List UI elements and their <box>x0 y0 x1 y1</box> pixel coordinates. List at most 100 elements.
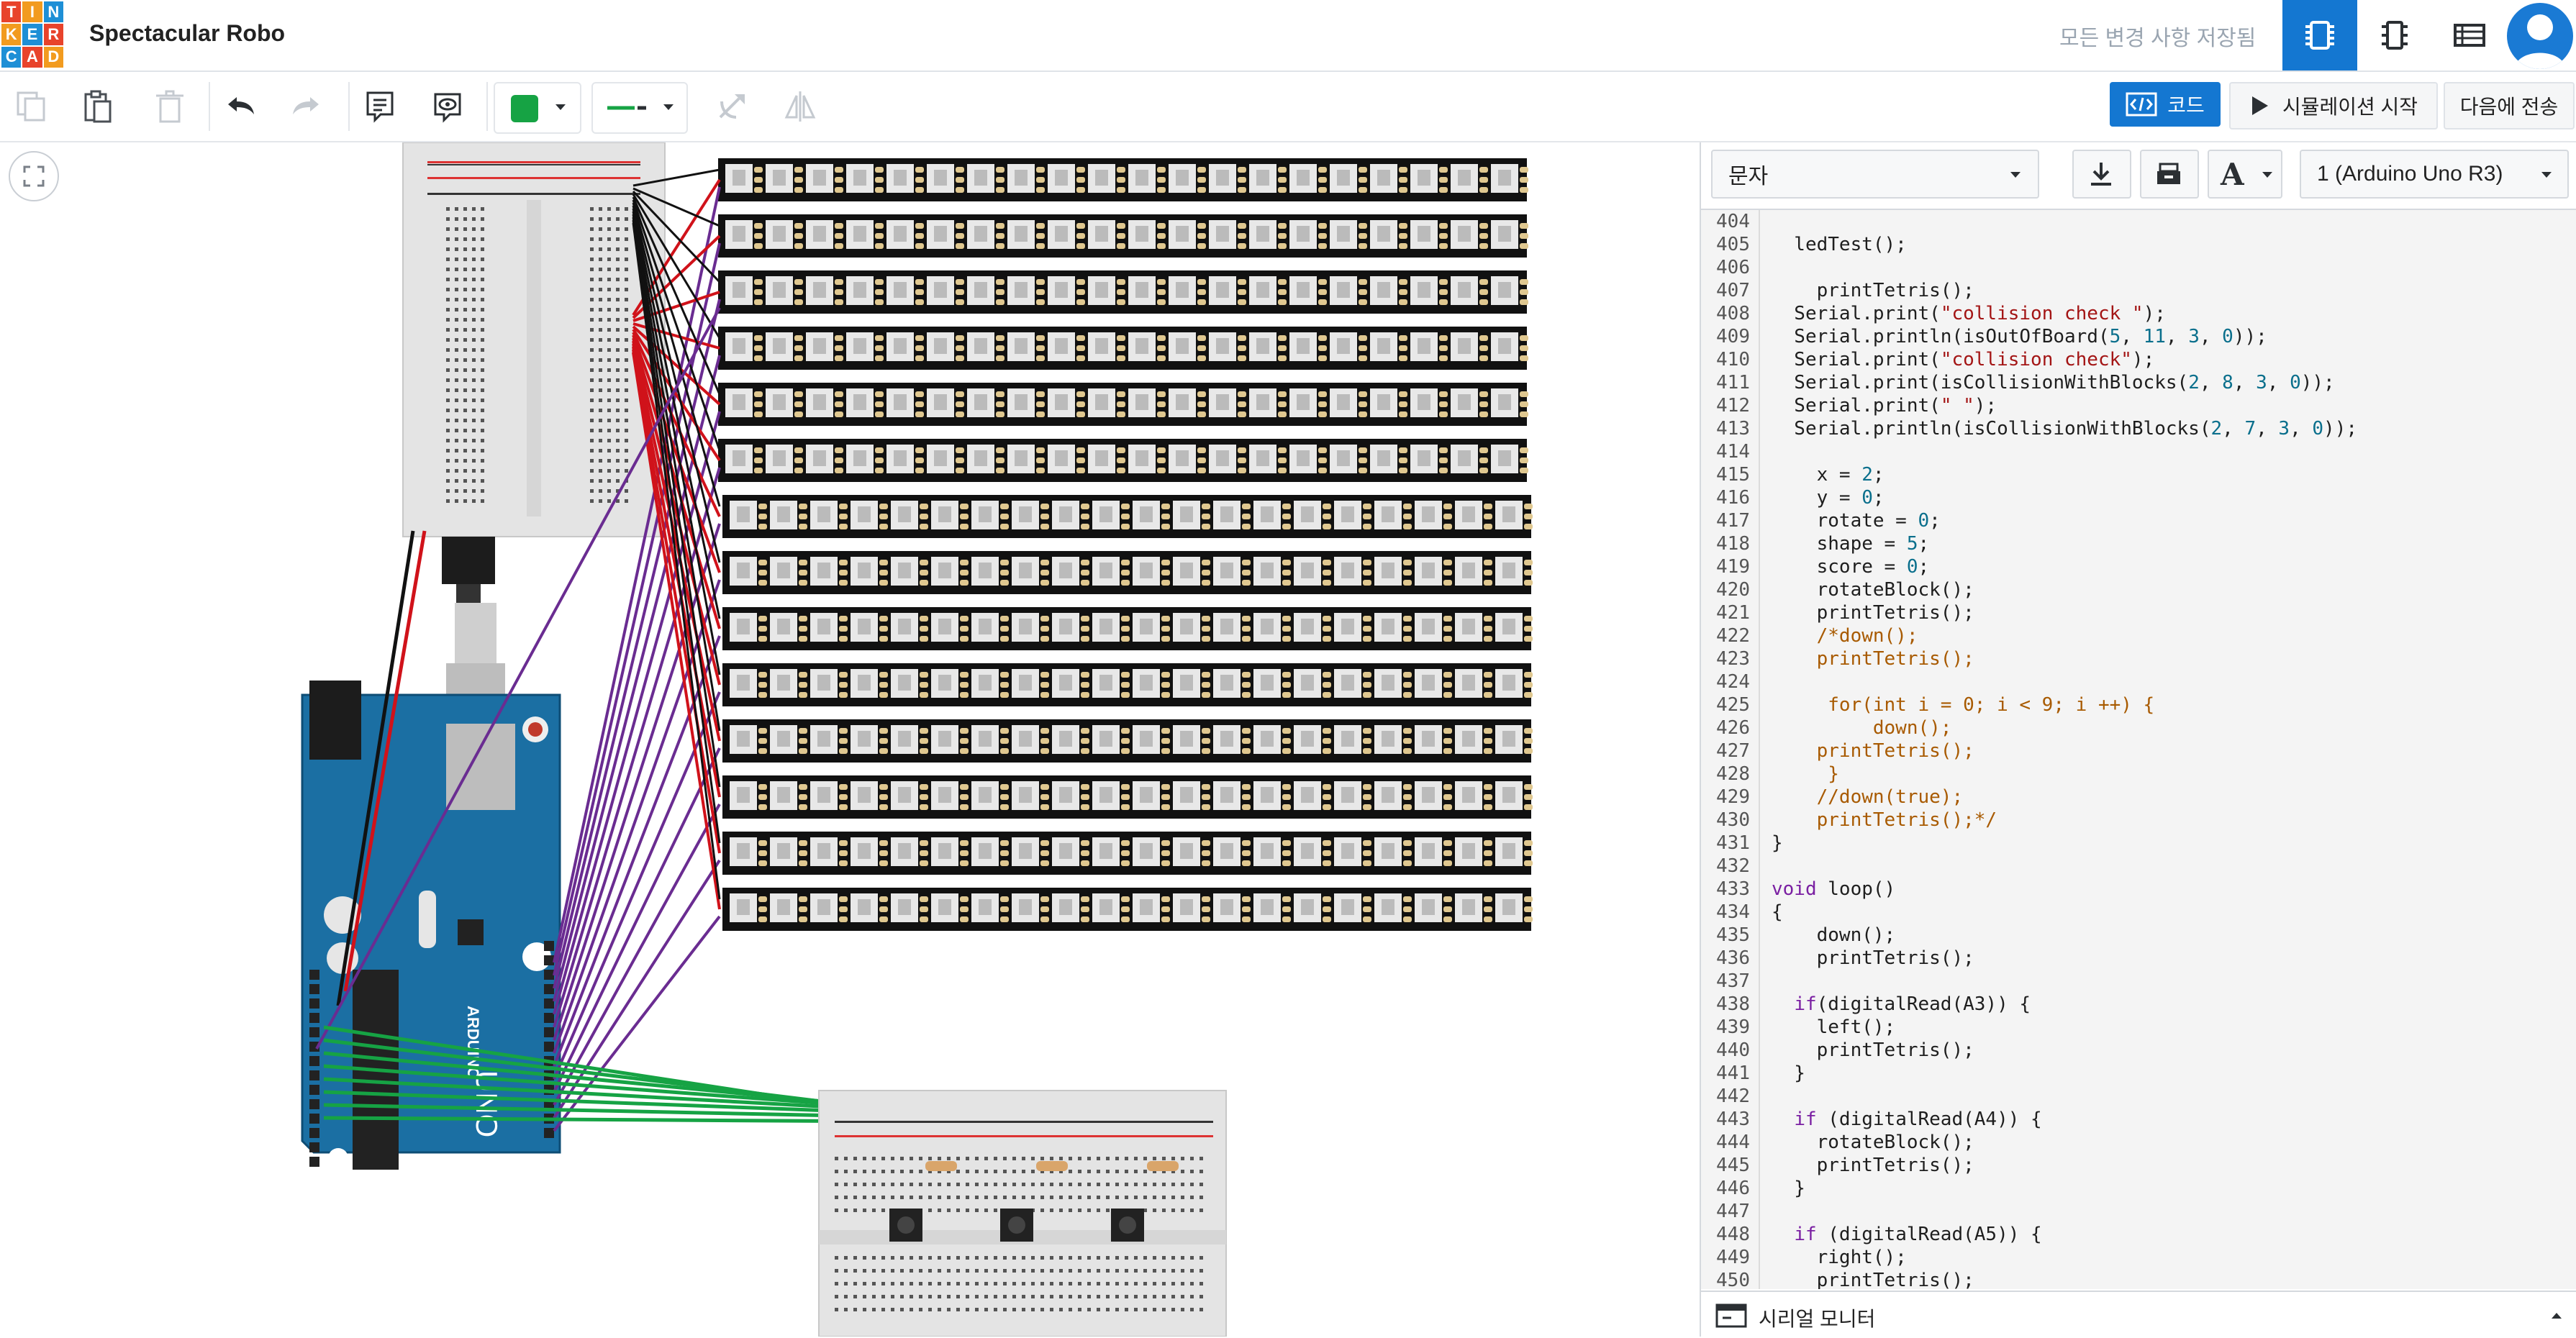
led-pad <box>1439 243 1448 249</box>
code-line[interactable]: 424 <box>1701 670 2576 693</box>
code-line[interactable]: 417 rotate = 0; <box>1701 509 2576 532</box>
circuit-canvas[interactable]: ARDUINO UNO <box>0 142 1698 1337</box>
breadboard-hole <box>616 348 620 352</box>
tinkercad-logo[interactable]: TINKERCAD <box>1 1 63 68</box>
serial-monitor-bar[interactable]: 시리얼 모니터 <box>1701 1291 2576 1338</box>
code-line[interactable]: 432 <box>1701 855 2576 878</box>
breadboard-hole <box>446 237 450 241</box>
code-line[interactable]: 414 <box>1701 440 2576 463</box>
code-line[interactable]: 444 rotateBlock(); <box>1701 1131 2576 1154</box>
breadboard-hole <box>472 409 476 412</box>
code-line[interactable]: 441 } <box>1701 1062 2576 1085</box>
code-line[interactable]: 442 <box>1701 1085 2576 1108</box>
flip-button[interactable] <box>779 85 822 128</box>
code-line[interactable]: 447 <box>1701 1200 2576 1223</box>
code-line[interactable]: 448 if (digitalRead(A5)) { <box>1701 1223 2576 1246</box>
send-to-button[interactable]: 다음에 전송 <box>2444 82 2575 129</box>
code-line[interactable]: 439 left(); <box>1701 1016 2576 1039</box>
code-line[interactable]: 409 Serial.println(isOutOfBoard(5, 11, 3… <box>1701 325 2576 348</box>
code-mode-select[interactable]: 문자 <box>1711 150 2039 199</box>
breadboard-hole <box>947 1282 951 1285</box>
code-line[interactable]: 438 if(digitalRead(A3)) { <box>1701 993 2576 1016</box>
copy-button[interactable] <box>10 85 53 128</box>
code-line[interactable]: 435 down(); <box>1701 924 2576 947</box>
project-title[interactable]: Spectacular Robo <box>89 20 285 47</box>
chevron-up-icon[interactable] <box>2550 1311 2563 1321</box>
led-pixel-chip <box>1055 450 1068 466</box>
led-pad <box>835 458 843 463</box>
code-line[interactable]: 433 void loop() <box>1701 878 2576 901</box>
code-line[interactable]: 416 y = 0; <box>1701 486 2576 509</box>
code-editor[interactable]: 404 405 ledTest(); 406 407 printTetris(); 40… <box>1701 210 2576 1289</box>
code-token: score = <box>1772 556 1907 578</box>
code-line[interactable]: 406 <box>1701 256 2576 279</box>
code-line[interactable]: 443 if (digitalRead(A4)) { <box>1701 1108 2576 1131</box>
code-line[interactable]: 413 Serial.println(isCollisionWithBlocks… <box>1701 417 2576 440</box>
led-pad <box>758 580 767 586</box>
arduino-pin <box>309 1013 319 1023</box>
code-line[interactable]: 450 printTetris(); <box>1701 1269 2576 1289</box>
user-avatar[interactable] <box>2507 3 2573 69</box>
code-line[interactable]: 430 printTetris();*/ <box>1701 809 2576 832</box>
code-line[interactable]: 408 Serial.print("collision check "); <box>1701 302 2576 325</box>
rotate-button[interactable] <box>709 85 753 128</box>
code-line[interactable]: 404 <box>1701 210 2576 233</box>
code-line[interactable]: 423 printTetris(); <box>1701 647 2576 670</box>
start-simulation-button[interactable]: 시뮬레이션 시작 <box>2229 82 2438 129</box>
code-line[interactable]: 411 Serial.print(isCollisionWithBlocks(2… <box>1701 371 2576 394</box>
code-line[interactable]: 421 printTetris(); <box>1701 601 2576 624</box>
paste-button[interactable] <box>76 85 119 128</box>
breadboard-hole <box>975 1282 979 1285</box>
redo-button[interactable] <box>285 85 328 128</box>
code-line[interactable]: 434{ <box>1701 901 2576 924</box>
library-button[interactable] <box>2140 150 2199 199</box>
code-button[interactable]: 코드 <box>2110 82 2221 127</box>
schematic-view-button[interactable] <box>2357 0 2432 70</box>
code-line[interactable]: 407 printTetris(); <box>1701 279 2576 302</box>
device-select[interactable]: 1 (Arduino Uno R3) <box>2300 150 2569 199</box>
wire-color-dropdown[interactable] <box>494 82 581 134</box>
code-line[interactable]: 427 printTetris(); <box>1701 739 2576 763</box>
led-strip-matrix[interactable] <box>718 158 1533 931</box>
led-pixel-chip <box>1059 563 1072 578</box>
code-line[interactable]: 418 shape = 5; <box>1701 532 2576 555</box>
component-list-button[interactable] <box>2432 0 2507 70</box>
code-line[interactable]: 437 <box>1701 970 2576 993</box>
code-line[interactable]: 446 } <box>1701 1177 2576 1200</box>
code-line[interactable]: 426 down(); <box>1701 716 2576 739</box>
code-line[interactable]: 436 printTetris(); <box>1701 947 2576 970</box>
undo-button[interactable] <box>219 85 262 128</box>
notes-button[interactable] <box>358 85 402 128</box>
code-line[interactable]: 440 printTetris(); <box>1701 1039 2576 1062</box>
toggle-notes-visibility-button[interactable] <box>426 85 469 128</box>
breadboard-top[interactable] <box>402 142 666 537</box>
code-line[interactable]: 429 //down(true); <box>1701 786 2576 809</box>
download-code-button[interactable] <box>2072 150 2131 199</box>
code-text: down(); <box>1772 924 1896 947</box>
code-line[interactable]: 422 /*down(); <box>1701 624 2576 647</box>
led-pixel-chip <box>1180 506 1193 522</box>
code-line[interactable]: 428 } <box>1701 763 2576 786</box>
code-line[interactable]: 410 Serial.print("collision check"); <box>1701 348 2576 371</box>
code-line[interactable]: 419 score = 0; <box>1701 555 2576 578</box>
code-line[interactable]: 449 right(); <box>1701 1246 2576 1269</box>
code-line[interactable]: 420 rotateBlock(); <box>1701 578 2576 601</box>
led-pad <box>1524 636 1533 642</box>
font-size-dropdown[interactable]: A <box>2208 150 2282 199</box>
delete-button[interactable] <box>148 85 191 128</box>
code-line[interactable]: 445 printTetris(); <box>1701 1154 2576 1177</box>
wire-type-dropdown[interactable] <box>591 82 688 134</box>
circuit-drawing[interactable]: ARDUINO UNO <box>0 142 1698 1337</box>
code-line[interactable]: 415 x = 2; <box>1701 463 2576 486</box>
breadboard-bottom[interactable] <box>818 1090 1227 1337</box>
led-pad <box>1439 411 1448 417</box>
breadboard-hole <box>463 499 467 503</box>
code-token: 2 <box>2188 372 2200 393</box>
code-line[interactable]: 431} <box>1701 832 2576 855</box>
circuit-view-button[interactable] <box>2282 0 2357 70</box>
code-line[interactable]: 425 for(int i = 0; i < 9; i ++) { <box>1701 693 2576 716</box>
led-pad <box>1121 850 1130 856</box>
code-line[interactable]: 405 ledTest(); <box>1701 233 2576 256</box>
breadboard-hole <box>956 1295 960 1298</box>
code-line[interactable]: 412 Serial.print(" "); <box>1701 394 2576 417</box>
